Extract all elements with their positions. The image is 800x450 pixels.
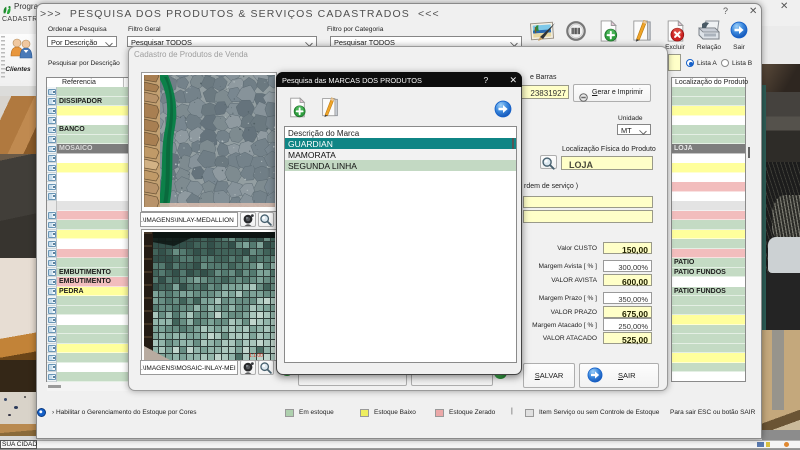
svg-text:1:1.00: 1:1.00 <box>249 353 263 359</box>
